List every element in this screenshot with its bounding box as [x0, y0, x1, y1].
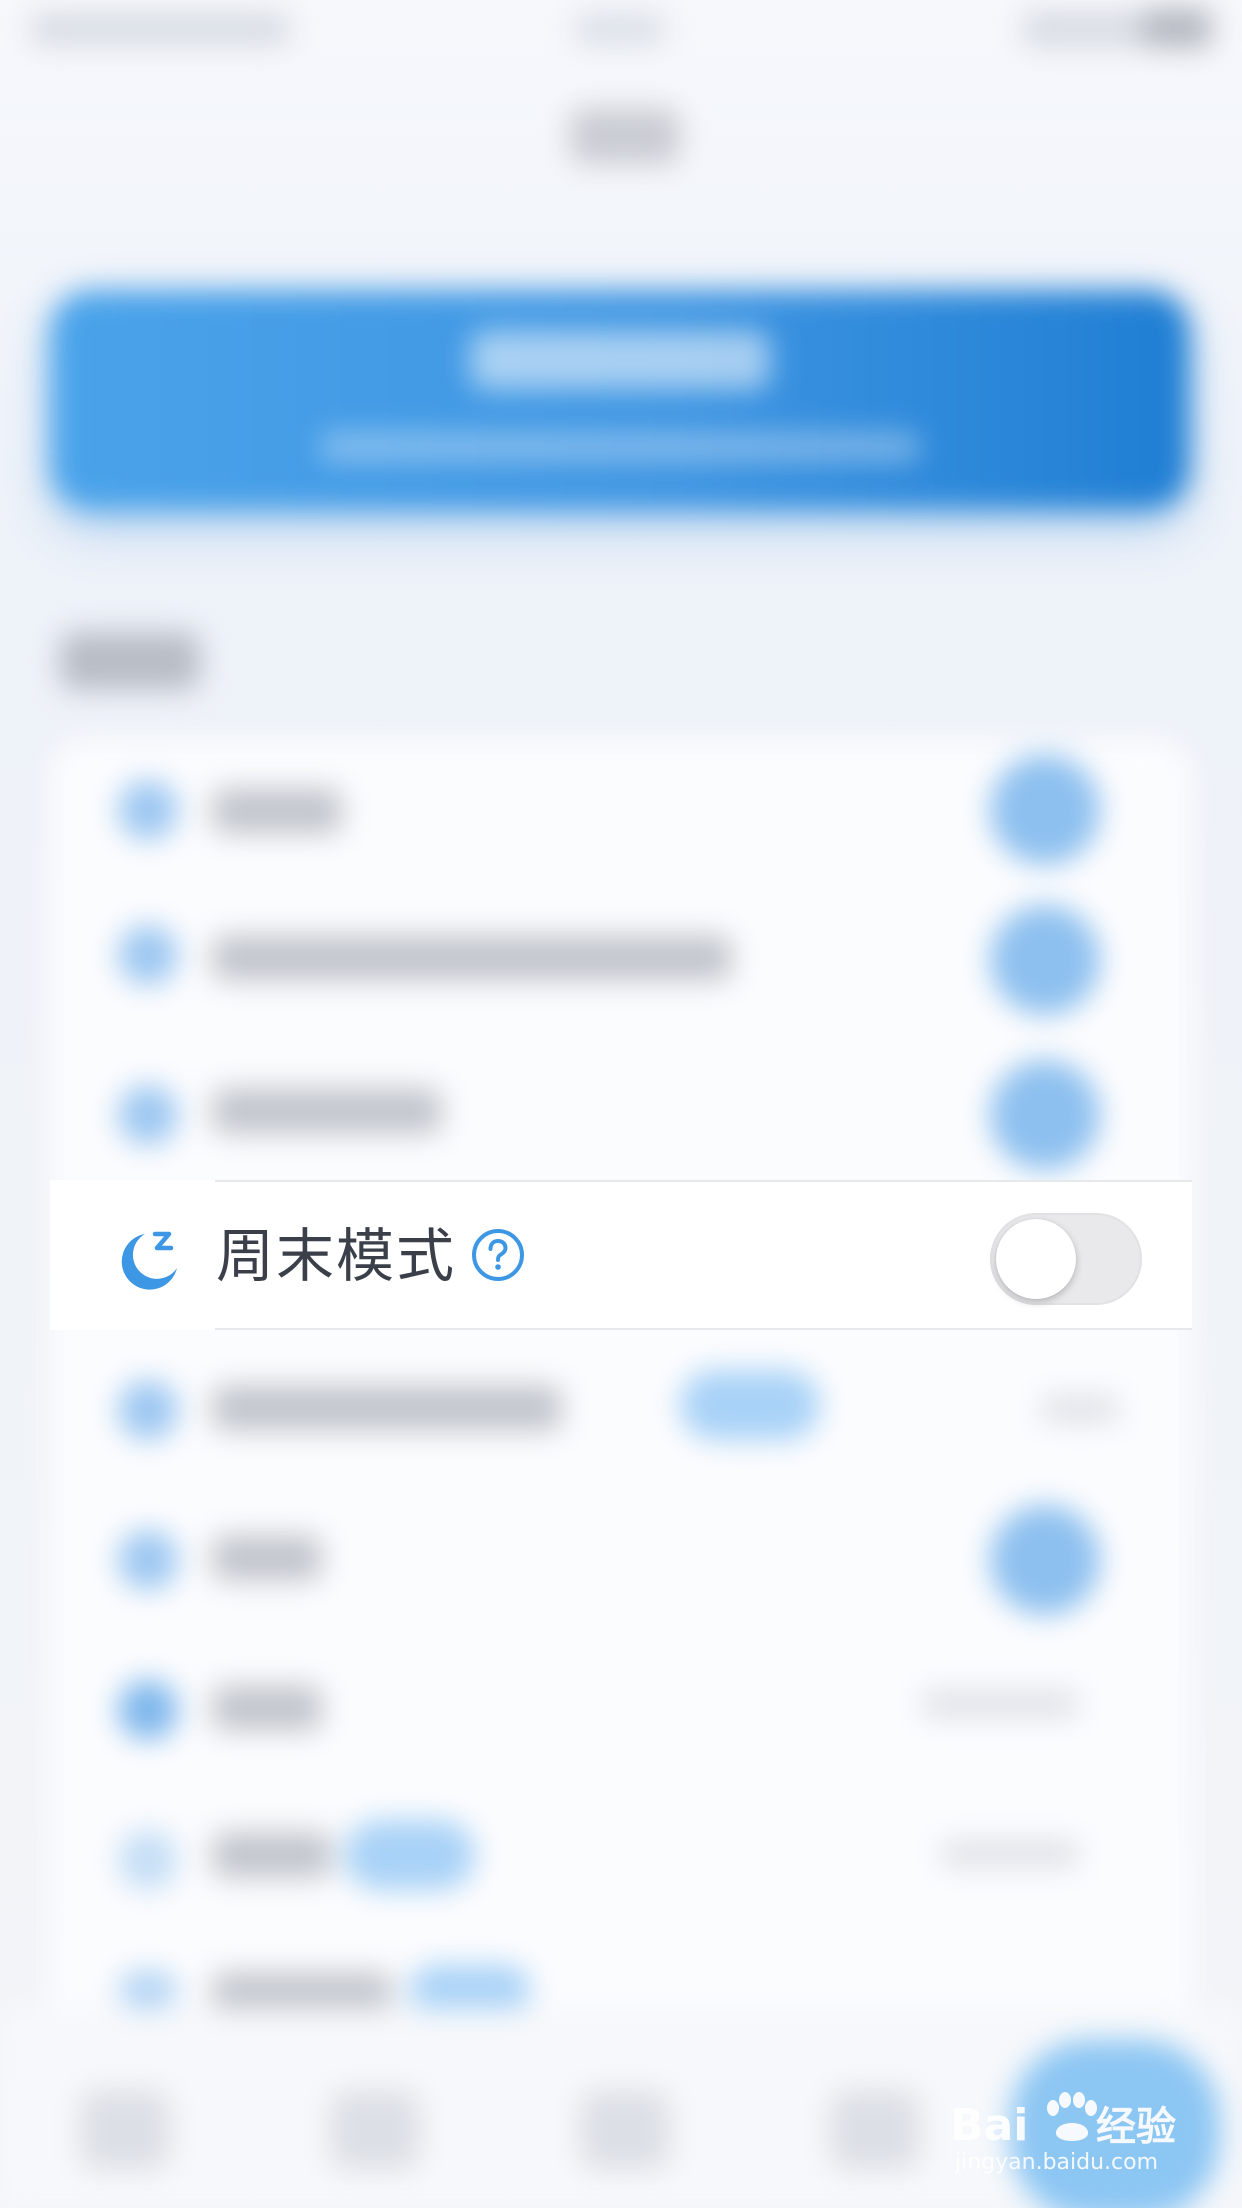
- row-toggle[interactable]: [990, 1060, 1100, 1170]
- status-center: [575, 12, 665, 46]
- divider: [215, 1180, 1192, 1182]
- row-tag: [345, 1820, 475, 1890]
- row-icon: [118, 1680, 178, 1740]
- weekend-mode-toggle[interactable]: [990, 1213, 1142, 1305]
- toggle-knob: [996, 1219, 1076, 1299]
- question-circle-icon[interactable]: [470, 1227, 526, 1283]
- screen: 周末模式 Bai 经验 jingyan.baidu.com: [0, 0, 1242, 2208]
- row-value: [1040, 1395, 1120, 1423]
- status-time: [30, 12, 290, 46]
- row-label: [212, 1685, 322, 1731]
- row-label: [212, 1088, 442, 1134]
- row-icon: [118, 925, 178, 985]
- banner[interactable]: [50, 290, 1190, 510]
- banner-subtitle: [320, 432, 920, 462]
- moon-sleep-icon: [121, 1231, 177, 1290]
- row-icon: [118, 1530, 178, 1590]
- row-toggle[interactable]: [990, 1505, 1100, 1615]
- row-icon: [118, 780, 178, 840]
- tab-item[interactable]: [330, 2090, 420, 2170]
- tab-item[interactable]: [830, 2090, 920, 2170]
- status-bar: [0, 0, 1242, 60]
- section-header: [60, 632, 200, 690]
- blurred-background: [0, 0, 1242, 2208]
- row-label: [212, 1535, 322, 1581]
- svg-text:Bai: Bai: [950, 2100, 1028, 2151]
- row-icon: [118, 1830, 178, 1890]
- divider: [215, 1328, 1192, 1330]
- row-label: [212, 935, 732, 981]
- battery-icon: [1142, 8, 1212, 48]
- row-icon: [118, 1970, 178, 2010]
- row-icon: [118, 1085, 178, 1145]
- banner-title: [470, 330, 770, 390]
- row-icon: [118, 1380, 178, 1440]
- weekend-mode-row[interactable]: 周末模式: [50, 1180, 1192, 1330]
- tab-item[interactable]: [580, 2090, 670, 2170]
- svg-text:经验: 经验: [1096, 2104, 1176, 2150]
- row-label: [212, 1385, 562, 1431]
- row-label: [212, 1832, 332, 1878]
- watermark-url: jingyan.baidu.com: [955, 2150, 1159, 2175]
- weekend-mode-label: 周末模式: [216, 1222, 457, 1290]
- row-toggle[interactable]: [990, 905, 1100, 1015]
- row-toggle[interactable]: [990, 755, 1100, 865]
- row-value: [940, 1840, 1080, 1868]
- row-label: [212, 788, 342, 834]
- tab-item[interactable]: [80, 2090, 170, 2170]
- nav-title: [570, 108, 680, 164]
- row-value: [920, 1690, 1080, 1718]
- row-tag: [680, 1370, 820, 1440]
